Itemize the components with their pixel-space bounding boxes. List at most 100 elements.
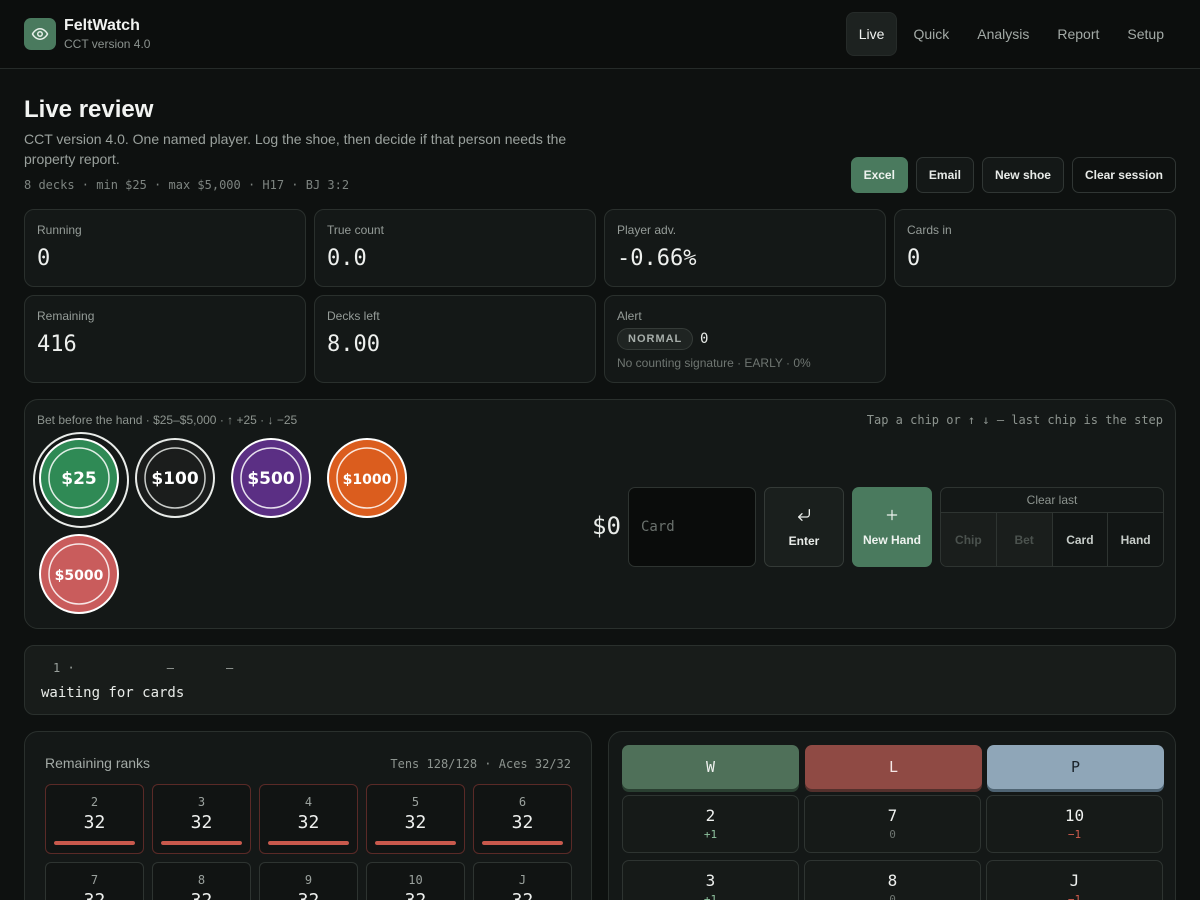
rank-remaining-bar [54, 841, 135, 845]
app-version: CCT version 4.0 [64, 37, 151, 51]
card-key-2[interactable]: 2 +1 [622, 795, 799, 853]
new-hand-label: New Hand [862, 532, 921, 547]
excel-button[interactable]: Excel [850, 157, 908, 193]
rank-name: 6 [518, 795, 527, 809]
chip-5000[interactable]: $5000 [38, 533, 120, 615]
nav-report[interactable]: Report [1045, 12, 1111, 56]
nav-quick[interactable]: Quick [901, 12, 961, 56]
new-shoe-button[interactable]: New shoe [981, 157, 1064, 193]
push-button[interactable]: P [987, 745, 1164, 789]
card-key-tag: −1 [1067, 828, 1082, 841]
ranks-summary: Tens 128/128 · Aces 32/32 [390, 757, 571, 771]
bet-amount: $0 [592, 512, 621, 540]
card-key-rank: J [1069, 871, 1080, 890]
rank-remaining-bar [268, 841, 349, 845]
stat-value: -0.66% [617, 246, 697, 271]
stat-value: 0 [907, 246, 921, 271]
card-key-tag: −1 [1067, 893, 1082, 900]
card-key-tag: 0 [889, 828, 896, 841]
stat-label: Player adv. [617, 223, 677, 237]
plus-icon [885, 508, 899, 527]
page-title: Live review [24, 96, 154, 123]
rank-name: 8 [197, 873, 206, 887]
clear-last-group: Clear last Chip Bet Card Hand [940, 487, 1164, 567]
clear-bet-button[interactable]: Bet [996, 513, 1053, 566]
chip-25[interactable]: $25 [33, 432, 129, 528]
log-dash: — [166, 661, 174, 675]
win-button[interactable]: W [622, 745, 799, 789]
remaining-ranks-panel: Remaining ranks Tens 128/128 · Aces 32/3… [24, 731, 592, 900]
rank-cell: J 32 [473, 862, 572, 900]
clear-session-button[interactable]: Clear session [1071, 157, 1176, 193]
stat-label: Alert [617, 309, 642, 323]
rank-remaining-bar [375, 841, 456, 845]
rank-name: 10 [408, 873, 423, 887]
stat-label: Remaining [37, 309, 95, 323]
new-hand-button[interactable]: New Hand [852, 487, 932, 567]
chip-1000[interactable]: $1000 [326, 437, 408, 519]
loss-button[interactable]: L [805, 745, 982, 789]
enter-button[interactable]: Enter [764, 487, 844, 567]
stat-value: 0 [37, 246, 51, 271]
rank-count: 32 [297, 812, 320, 833]
rank-count: 32 [367, 890, 464, 900]
card-key-10[interactable]: 10 −1 [986, 795, 1163, 853]
alert-level-badge: NORMAL [617, 328, 694, 350]
card-key-3[interactable]: 3 +1 [622, 860, 799, 900]
rank-cell: 732 [45, 862, 144, 900]
card-key-tag: +1 [703, 893, 718, 900]
rank-name: 7 [90, 873, 99, 887]
stat-label: Running [37, 223, 82, 237]
clear-hand-button[interactable]: Hand [1108, 513, 1163, 566]
card-key-7[interactable]: 70 [804, 795, 981, 853]
bet-panel: Bet before the hand · $25–$5,000 · ↑ +25… [24, 399, 1176, 629]
bet-hint: Bet before the hand · $25–$5,000 · ↑ +25… [37, 413, 298, 427]
table-rules: 8 decks · min $25 · max $5,000 · H17 · B… [24, 178, 350, 192]
rank-remaining-bar [482, 841, 563, 845]
main-nav: Live Quick Analysis Report Setup [845, 12, 1176, 56]
card-key-j[interactable]: J −1 [986, 860, 1163, 900]
rank-count: 32 [260, 890, 357, 900]
rank-count: 32 [474, 890, 571, 900]
rank-name: 4 [304, 795, 313, 809]
rank-name: 2 [90, 795, 99, 809]
nav-setup[interactable]: Setup [1115, 12, 1176, 56]
card-key-rank: 7 [887, 806, 898, 825]
chip-500[interactable]: $500 [230, 437, 312, 519]
stat-remaining: Remaining 416 [24, 295, 306, 383]
shoe-log: 1 · — — waiting for cards [24, 645, 1176, 715]
stat-cards-in: Cards in 0 [894, 209, 1176, 287]
nav-analysis[interactable]: Analysis [965, 12, 1041, 56]
card-pad-panel: W L P 2 +1 7 0 10 −1 3 +1 8 0 J −1 [608, 731, 1176, 900]
page-description: CCT version 4.0. One named player. Log t… [24, 131, 567, 167]
stat-label: Decks left [327, 309, 380, 323]
stat-value: 0.0 [327, 246, 367, 271]
alert-count: 0 [700, 331, 709, 347]
chip-100[interactable]: $100 [134, 437, 216, 519]
svg-text:$25: $25 [61, 469, 97, 489]
rank-count: 32 [153, 890, 250, 900]
clear-card-button[interactable]: Card [1052, 513, 1109, 566]
rank-name: 5 [411, 795, 420, 809]
app-name: FeltWatch [64, 17, 140, 34]
card-input[interactable] [628, 487, 756, 567]
stat-label: Cards in [907, 223, 952, 237]
log-separator: · [67, 661, 75, 675]
clear-chip-button[interactable]: Chip [941, 513, 997, 566]
card-key-rank: 10 [1064, 806, 1085, 825]
rank-cell: 5 32 [366, 784, 465, 854]
stat-true-count: True count 0.0 [314, 209, 596, 287]
enter-icon [796, 507, 812, 528]
enter-label: Enter [788, 533, 820, 548]
card-key-8[interactable]: 80 [804, 860, 981, 900]
rank-cell: 1032 [366, 862, 465, 900]
email-button[interactable]: Email [915, 157, 974, 193]
rank-name: 3 [197, 795, 206, 809]
nav-live[interactable]: Live [845, 12, 898, 56]
rank-count: 32 [404, 812, 427, 833]
rank-count: 32 [511, 812, 534, 833]
card-key-rank: 2 [705, 806, 716, 825]
rank-name: 9 [304, 873, 313, 887]
card-key-tag: 0 [889, 893, 896, 900]
stat-value: 416 [37, 332, 77, 357]
